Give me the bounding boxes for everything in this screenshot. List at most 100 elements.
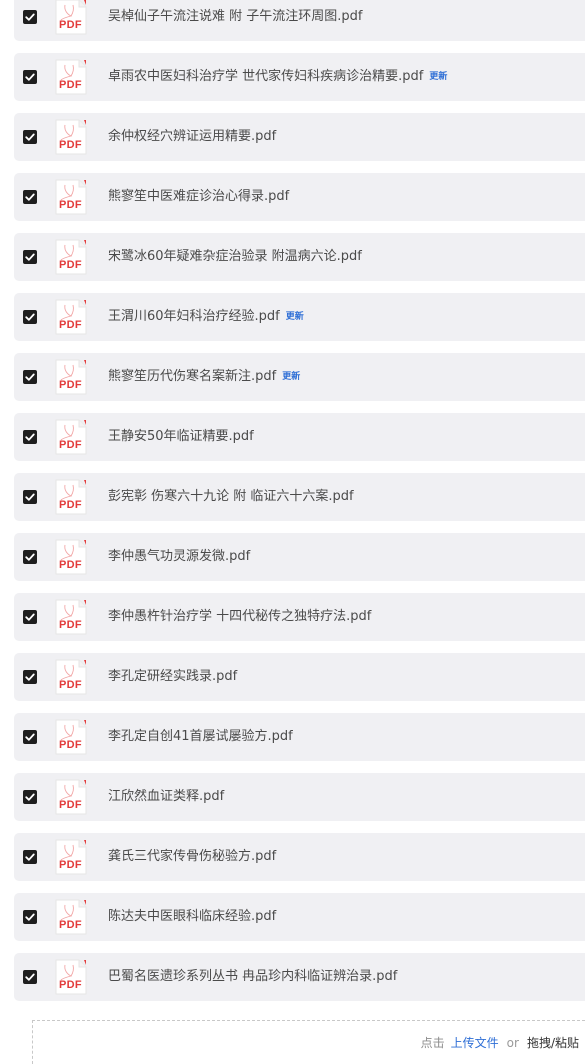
file-checkbox[interactable]	[23, 670, 37, 684]
pdf-file-icon: PDF	[55, 959, 87, 995]
file-checkbox[interactable]	[23, 430, 37, 444]
checkmark-icon	[25, 853, 35, 861]
pdf-file-icon: PDF	[55, 179, 87, 215]
pdf-icon-label: PDF	[59, 439, 82, 451]
pdf-file-icon: PDF	[55, 299, 87, 335]
pdf-icon-label: PDF	[59, 259, 82, 271]
file-row[interactable]: PDF 龚氏三代家传骨伤秘验方.pdf	[14, 833, 585, 881]
file-row[interactable]: PDF 江欣然血证类释.pdf	[14, 773, 585, 821]
pdf-file-icon: PDF	[55, 419, 87, 455]
file-name: 熊寥笙历代伤寒名案新注.pdf 更新	[108, 368, 300, 386]
drag-paste-text: 拖拽/粘贴	[526, 1036, 579, 1050]
checkmark-icon	[25, 973, 35, 981]
file-checkbox[interactable]	[23, 610, 37, 624]
pdf-icon-label: PDF	[59, 199, 82, 211]
file-name-text: 李仲愚气功灵源发微.pdf	[108, 549, 251, 564]
pdf-icon-label: PDF	[59, 859, 82, 871]
pdf-icon-label: PDF	[59, 679, 82, 691]
upload-prefix-text: 点击	[420, 1036, 445, 1050]
checkmark-icon	[25, 433, 35, 441]
file-row[interactable]: PDF 李孔定自创41首屡试屡验方.pdf	[14, 713, 585, 761]
checkmark-icon	[25, 733, 35, 741]
checkmark-icon	[25, 13, 35, 21]
file-row[interactable]: PDF 王静安50年临证精要.pdf	[14, 413, 585, 461]
pdf-file-icon: PDF	[55, 0, 87, 35]
file-name-text: 宋鹭冰60年疑难杂症治验录 附温病六论.pdf	[108, 249, 362, 264]
pdf-file-icon: PDF	[55, 599, 87, 635]
file-name: 吴棹仙子午流注说难 附 子午流注环周图.pdf	[108, 8, 362, 26]
file-checkbox[interactable]	[23, 250, 37, 264]
file-name-text: 彭宪彰 伤寒六十九论 附 临证六十六案.pdf	[108, 489, 354, 504]
file-name-text: 江欣然血证类释.pdf	[108, 789, 225, 804]
checkmark-icon	[25, 313, 35, 321]
file-checkbox[interactable]	[23, 130, 37, 144]
file-checkbox[interactable]	[23, 310, 37, 324]
file-name-text: 李孔定研经实践录.pdf	[108, 669, 238, 684]
file-row[interactable]: PDF 李孔定研经实践录.pdf	[14, 653, 585, 701]
update-badge: 更新	[285, 312, 304, 322]
file-checkbox[interactable]	[23, 970, 37, 984]
pdf-file-icon: PDF	[55, 839, 87, 875]
file-name-text: 吴棹仙子午流注说难 附 子午流注环周图.pdf	[108, 9, 363, 24]
file-name-text: 陈达夫中医眼科临床经验.pdf	[108, 909, 277, 924]
pdf-file-icon: PDF	[55, 719, 87, 755]
checkmark-icon	[25, 133, 35, 141]
file-row[interactable]: PDF 陈达夫中医眼科临床经验.pdf	[14, 893, 585, 941]
file-checkbox[interactable]	[23, 730, 37, 744]
file-name: 宋鹭冰60年疑难杂症治验录 附温病六论.pdf	[108, 248, 362, 266]
file-name: 李孔定自创41首屡试屡验方.pdf	[108, 728, 293, 746]
pdf-icon-label: PDF	[59, 79, 82, 91]
file-checkbox[interactable]	[23, 550, 37, 564]
pdf-icon-label: PDF	[59, 739, 82, 751]
file-name: 熊寥笙中医难症诊治心得录.pdf	[108, 188, 289, 206]
update-badge: 更新	[282, 372, 301, 382]
pdf-file-icon: PDF	[55, 659, 87, 695]
file-row[interactable]: PDF 宋鹭冰60年疑难杂症治验录 附温病六论.pdf	[14, 233, 585, 281]
file-name: 李孔定研经实践录.pdf	[108, 668, 237, 686]
checkmark-icon	[25, 493, 35, 501]
file-name-text: 熊寥笙中医难症诊治心得录.pdf	[108, 189, 290, 204]
file-checkbox[interactable]	[23, 370, 37, 384]
file-row[interactable]: PDF 李仲愚气功灵源发微.pdf	[14, 533, 585, 581]
update-badge: 更新	[429, 72, 448, 82]
file-row[interactable]: PDF 巴蜀名医遗珍系列丛书 冉品珍内科临证辨治录.pdf	[14, 953, 585, 1001]
pdf-icon-label: PDF	[59, 19, 82, 31]
pdf-icon-label: PDF	[59, 319, 82, 331]
file-checkbox[interactable]	[23, 190, 37, 204]
file-name: 巴蜀名医遗珍系列丛书 冉品珍内科临证辨治录.pdf	[108, 968, 397, 986]
file-checkbox[interactable]	[23, 910, 37, 924]
file-checkbox[interactable]	[23, 790, 37, 804]
file-name: 龚氏三代家传骨伤秘验方.pdf	[108, 848, 276, 866]
file-row[interactable]: PDF 熊寥笙中医难症诊治心得录.pdf	[14, 173, 585, 221]
file-row[interactable]: PDF 李仲愚杵针治疗学 十四代秘传之独特疗法.pdf	[14, 593, 585, 641]
pdf-file-icon: PDF	[55, 239, 87, 275]
file-row[interactable]: PDF 王渭川60年妇科治疗经验.pdf 更新	[14, 293, 585, 341]
pdf-icon-label: PDF	[59, 799, 82, 811]
file-row[interactable]: PDF 彭宪彰 伤寒六十九论 附 临证六十六案.pdf	[14, 473, 585, 521]
file-row[interactable]: PDF 熊寥笙历代伤寒名案新注.pdf 更新	[14, 353, 585, 401]
checkmark-icon	[25, 193, 35, 201]
file-row[interactable]: PDF 吴棹仙子午流注说难 附 子午流注环周图.pdf	[14, 0, 585, 41]
file-checkbox[interactable]	[23, 70, 37, 84]
checkmark-icon	[25, 793, 35, 801]
file-name-text: 卓雨农中医妇科治疗学 世代家传妇科疾病诊治精要.pdf	[108, 69, 424, 84]
pdf-file-icon: PDF	[55, 479, 87, 515]
pdf-icon-label: PDF	[59, 139, 82, 151]
file-name: 江欣然血证类释.pdf	[108, 788, 224, 806]
checkmark-icon	[25, 913, 35, 921]
checkmark-icon	[25, 253, 35, 261]
file-name: 卓雨农中医妇科治疗学 世代家传妇科疾病诊治精要.pdf 更新	[108, 68, 447, 86]
file-row[interactable]: PDF 余仲权经穴辨证运用精要.pdf	[14, 113, 585, 161]
file-checkbox[interactable]	[23, 10, 37, 24]
pdf-file-icon: PDF	[55, 539, 87, 575]
file-name: 彭宪彰 伤寒六十九论 附 临证六十六案.pdf	[108, 488, 354, 506]
file-checkbox[interactable]	[23, 490, 37, 504]
pdf-file-icon: PDF	[55, 779, 87, 815]
file-name: 陈达夫中医眼科临床经验.pdf	[108, 908, 276, 926]
file-checkbox[interactable]	[23, 850, 37, 864]
file-row[interactable]: PDF 卓雨农中医妇科治疗学 世代家传妇科疾病诊治精要.pdf 更新	[14, 53, 585, 101]
upload-dropzone[interactable]: 点击 上传文件 or 拖拽/粘贴	[32, 1020, 585, 1064]
checkmark-icon	[25, 673, 35, 681]
file-name-text: 熊寥笙历代伤寒名案新注.pdf	[108, 369, 277, 384]
upload-file-link[interactable]: 上传文件	[451, 1036, 499, 1050]
